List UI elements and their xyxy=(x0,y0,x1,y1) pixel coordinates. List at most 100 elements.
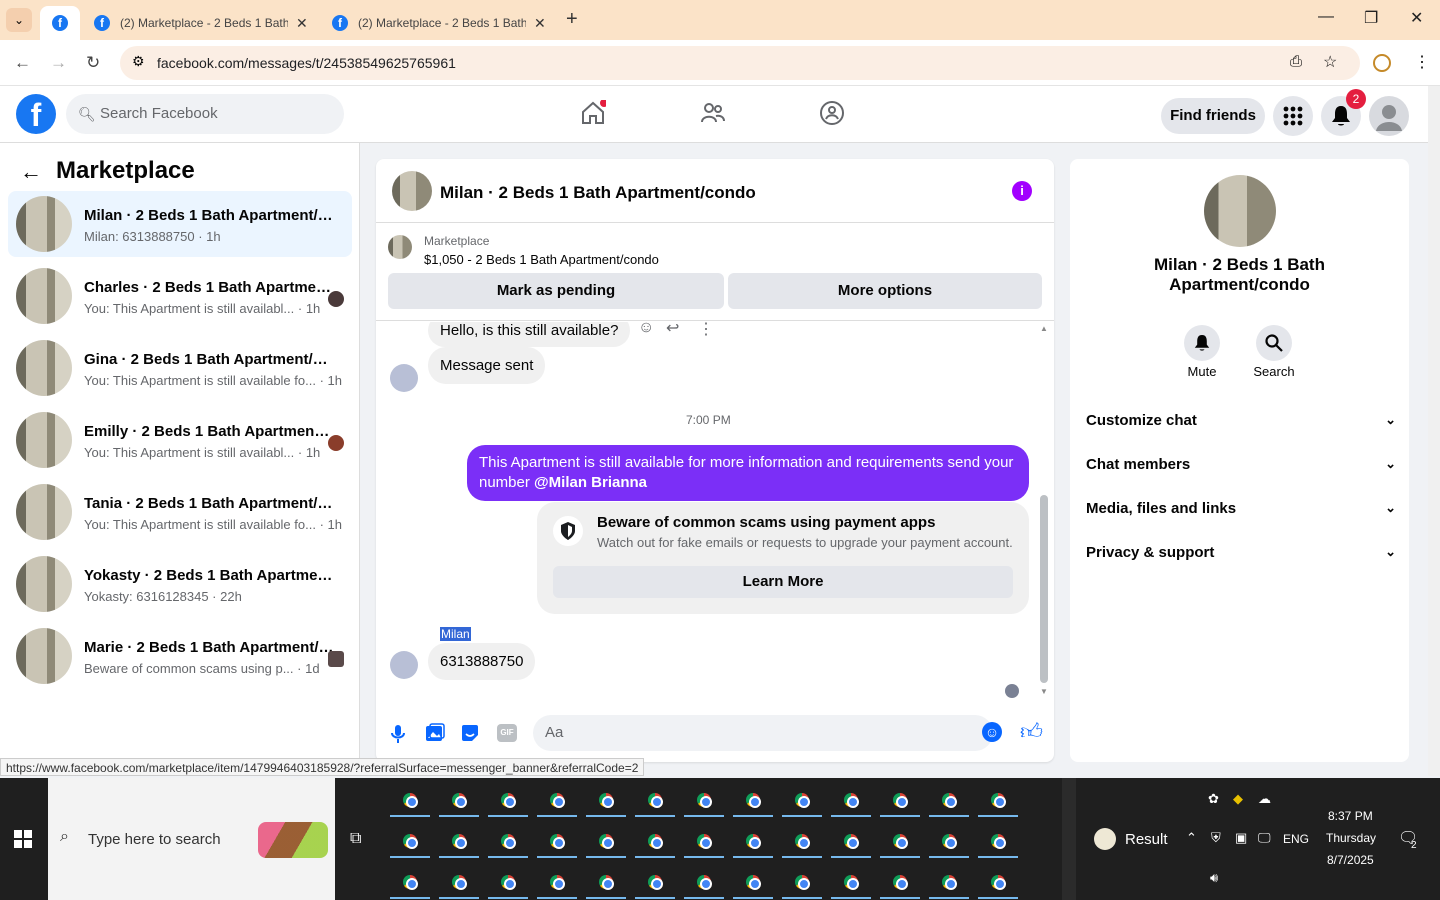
search-button[interactable] xyxy=(1256,325,1292,361)
omnibox[interactable]: ⚙ facebook.com/messages/t/24538549625765… xyxy=(120,46,1360,80)
back-icon[interactable]: ← xyxy=(14,53,31,73)
tray-overflow-icon[interactable]: ⌃ xyxy=(1186,830,1197,846)
page-scrollbar[interactable] xyxy=(1428,86,1440,776)
chrome-app-icon[interactable] xyxy=(986,788,1010,812)
widget-result[interactable]: Result xyxy=(1125,831,1168,848)
section-media-files-links[interactable]: Media, files and links ⌄ xyxy=(1086,500,1396,517)
chrome-app-icon[interactable] xyxy=(447,829,471,853)
conversation-item[interactable]: Tania · 2 Beds 1 Bath Apartment/condo You… xyxy=(8,479,352,545)
outgoing-message[interactable]: This Apartment is still available for mo… xyxy=(467,445,1029,501)
tray-app-icon[interactable]: ◆ xyxy=(1233,791,1243,807)
chrome-app-icon[interactable] xyxy=(937,788,961,812)
photo-icon[interactable] xyxy=(425,723,445,743)
chrome-app-icon[interactable] xyxy=(496,829,520,853)
close-tab-icon[interactable]: ✕ xyxy=(296,15,308,32)
sticker-icon[interactable] xyxy=(460,723,480,743)
chrome-app-icon[interactable] xyxy=(398,870,422,894)
section-privacy-support[interactable]: Privacy & support ⌄ xyxy=(1086,544,1396,561)
listing-thumbnail[interactable] xyxy=(388,235,412,259)
mark-pending-button[interactable]: Mark as pending xyxy=(388,273,724,309)
tray-app-icon[interactable]: ✿ xyxy=(1208,791,1219,807)
learn-more-button[interactable]: Learn More xyxy=(553,566,1013,598)
close-window-icon[interactable]: ✕ xyxy=(1410,8,1423,28)
site-settings-icon[interactable]: ⚙ xyxy=(132,53,145,70)
emoji-icon[interactable]: ☺ xyxy=(982,722,1002,742)
language-indicator[interactable]: ENG xyxy=(1283,832,1309,846)
conversation-item[interactable]: Charles · 2 Beds 1 Bath Apartment/condo Y… xyxy=(8,263,352,329)
more-options-button[interactable]: More options xyxy=(728,273,1042,309)
meet-icon[interactable]: ▣ xyxy=(1235,830,1247,846)
gif-icon[interactable]: GIF xyxy=(497,724,517,742)
chrome-app-icon[interactable] xyxy=(790,829,814,853)
tab-marketplace-2[interactable]: f (2) Marketplace - 2 Beds 1 Bath ✕ xyxy=(322,6,558,40)
chrome-app-icon[interactable] xyxy=(545,788,569,812)
sender-avatar[interactable] xyxy=(390,651,418,679)
listing-title[interactable]: $1,050 - 2 Beds 1 Bath Apartment/condo xyxy=(424,252,659,267)
chrome-app-icon[interactable] xyxy=(643,788,667,812)
chrome-app-icon[interactable] xyxy=(643,829,667,853)
scroll-thumb[interactable] xyxy=(1040,495,1048,683)
chat-scrollbar[interactable]: ▲ ▼ xyxy=(1040,324,1048,696)
react-icon[interactable]: ☺ xyxy=(638,322,654,337)
chrome-app-icon[interactable] xyxy=(839,829,863,853)
friends-icon[interactable] xyxy=(700,100,726,126)
clock-time[interactable]: 8:37 PM xyxy=(1328,809,1373,823)
chrome-app-icon[interactable] xyxy=(790,788,814,812)
chrome-app-icon[interactable] xyxy=(692,829,716,853)
chrome-app-icon[interactable] xyxy=(692,788,716,812)
account-button[interactable] xyxy=(1369,96,1409,136)
close-tab-icon[interactable]: ✕ xyxy=(534,15,546,32)
chrome-app-icon[interactable] xyxy=(398,829,422,853)
conversation-item[interactable]: Gina · 2 Beds 1 Bath Apartment/condo You:… xyxy=(8,335,352,401)
chrome-app-icon[interactable] xyxy=(545,829,569,853)
chrome-app-icon[interactable] xyxy=(447,788,471,812)
chrome-app-icon[interactable] xyxy=(888,829,912,853)
security-icon[interactable]: ⛨ xyxy=(1211,830,1221,846)
chrome-app-icon[interactable] xyxy=(888,870,912,894)
tab-marketplace-1[interactable]: f (2) Marketplace - 2 Beds 1 Bath ✕ xyxy=(84,6,320,40)
clock-day[interactable]: Thursday xyxy=(1326,831,1376,845)
forward-icon[interactable]: → xyxy=(50,53,67,73)
section-customize-chat[interactable]: Customize chat ⌄ xyxy=(1086,412,1396,429)
windows-start-icon[interactable] xyxy=(14,830,32,848)
message-input[interactable]: Aa xyxy=(533,715,993,751)
taskbar-search[interactable]: ⌕ Type here to search xyxy=(48,778,335,900)
chrome-app-icon[interactable] xyxy=(496,870,520,894)
chat-title[interactable]: Milan · 2 Beds 1 Bath Apartment/condo xyxy=(440,183,756,203)
more-icon[interactable]: ⋮ xyxy=(698,322,714,339)
chrome-app-icon[interactable] xyxy=(692,870,716,894)
sender-avatar[interactable] xyxy=(390,364,418,392)
chrome-app-icon[interactable] xyxy=(839,870,863,894)
menu-grid-button[interactable] xyxy=(1273,96,1313,136)
chrome-app-icon[interactable] xyxy=(594,870,618,894)
chrome-app-icon[interactable] xyxy=(643,870,667,894)
profile-avatar[interactable] xyxy=(1204,175,1276,247)
chrome-app-icon[interactable] xyxy=(937,829,961,853)
chrome-app-icon[interactable] xyxy=(790,870,814,894)
scroll-down-arrow[interactable]: ▼ xyxy=(1040,687,1048,696)
chrome-app-icon[interactable] xyxy=(545,870,569,894)
back-arrow-icon[interactable]: ← xyxy=(20,159,42,185)
new-tab-button[interactable]: + xyxy=(566,8,578,31)
chrome-app-icon[interactable] xyxy=(986,870,1010,894)
message-bubble[interactable]: Hello, is this still available? xyxy=(428,322,631,347)
chrome-app-icon[interactable] xyxy=(398,788,422,812)
groups-icon[interactable] xyxy=(819,100,845,126)
taskbar-scroll[interactable] xyxy=(1062,778,1076,900)
chrome-app-icon[interactable] xyxy=(937,870,961,894)
volume-icon[interactable]: 🔊︎ xyxy=(1210,870,1218,886)
network-icon[interactable]: 🖵︎ xyxy=(1258,830,1271,846)
menu-dots-icon[interactable]: ⋮ xyxy=(1414,52,1430,72)
conversation-item[interactable]: Marie · 2 Beds 1 Bath Apartment/condo Bew… xyxy=(8,623,352,689)
section-chat-members[interactable]: Chat members ⌄ xyxy=(1086,456,1396,473)
chrome-app-icon[interactable] xyxy=(447,870,471,894)
bookmark-star-icon[interactable]: ☆ xyxy=(1323,52,1337,72)
info-icon[interactable]: i xyxy=(1012,181,1032,201)
search-input[interactable]: 🔍︎ Search Facebook xyxy=(66,94,344,134)
minimize-icon[interactable]: — xyxy=(1318,8,1334,26)
scroll-up-arrow[interactable]: ▲ xyxy=(1040,324,1048,333)
chrome-app-icon[interactable] xyxy=(594,788,618,812)
tab-search-dropdown[interactable]: ⌄ xyxy=(6,8,32,32)
chrome-app-icon[interactable] xyxy=(741,870,765,894)
chrome-app-icon[interactable] xyxy=(741,788,765,812)
